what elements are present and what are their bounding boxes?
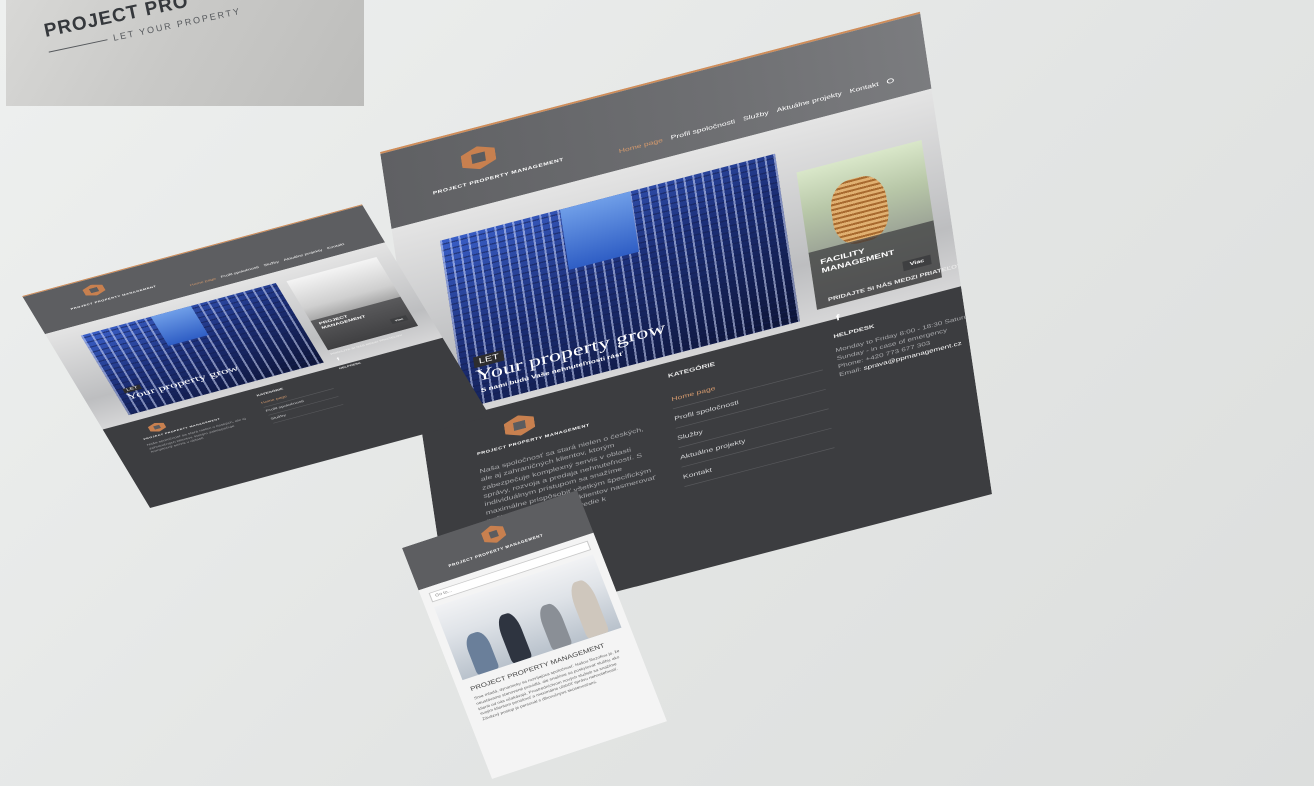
facility-title: FACILITY MANAGEMENT <box>819 247 895 276</box>
small-footer-list: Home page Profil spoločnosti Služby <box>259 380 344 424</box>
footer-categories-title: KATEGÓRIE <box>667 360 716 380</box>
nav-home[interactable]: Home page <box>618 136 663 154</box>
nav-profil[interactable]: Profil spoločnosti <box>670 118 735 141</box>
small-project-title: PROJECT MANAGEMENT <box>318 314 367 330</box>
nav-projekty[interactable]: Aktuálne projekty <box>776 90 842 114</box>
small-nav-home[interactable]: Home page <box>189 277 217 287</box>
search-icon[interactable] <box>886 77 894 85</box>
mockup-scene: PROJECT PRO LET YOUR PROPERTY PROJECT PR… <box>0 0 1314 786</box>
small-nav-kontakt[interactable]: Kontakt <box>326 243 345 251</box>
card-divider <box>48 39 108 53</box>
nav-kontakt[interactable]: Kontakt <box>849 80 879 94</box>
facility-more-button[interactable]: Viac <box>902 254 932 272</box>
small-nav-sluzby[interactable]: Služby <box>263 260 280 267</box>
nav-sluzby[interactable]: Služby <box>743 109 770 122</box>
footer-logo-icon <box>503 412 536 440</box>
mobile-logo-icon <box>479 522 508 546</box>
logo-cube-icon <box>460 142 497 174</box>
helpdesk-contact: Monday to Friday 8:00 - 18:30 Saturday, … <box>835 310 982 379</box>
small-more-button[interactable]: Viac <box>389 315 409 325</box>
small-logo-icon <box>81 282 107 298</box>
letterhead-card: PROJECT PRO LET YOUR PROPERTY <box>6 0 364 106</box>
